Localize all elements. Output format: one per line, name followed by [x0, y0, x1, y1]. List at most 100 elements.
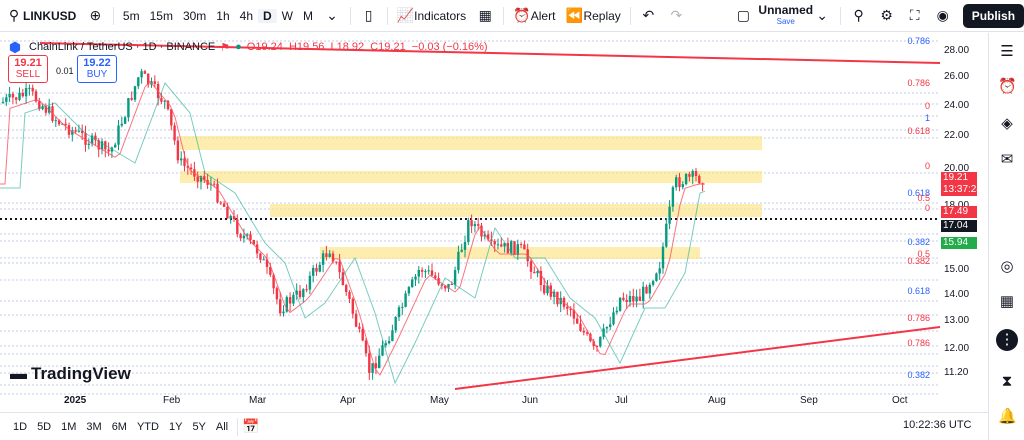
- range-3m[interactable]: 3M: [81, 421, 106, 433]
- interval-30m[interactable]: 30m: [178, 9, 211, 23]
- range-1y[interactable]: 1Y: [164, 421, 187, 433]
- range-6m[interactable]: 6M: [107, 421, 132, 433]
- range-1d[interactable]: 1D: [8, 421, 32, 433]
- symbol-search[interactable]: ⚲ LINKUSD: [0, 0, 81, 32]
- rewind-icon: ⏪: [565, 7, 584, 23]
- candle-body: [282, 311, 285, 314]
- alert-button[interactable]: ⏰ Alert: [508, 0, 561, 32]
- candle-body: [424, 271, 427, 273]
- candle-body: [180, 158, 183, 161]
- date-range-icon[interactable]: 📅: [242, 418, 260, 436]
- publish-button[interactable]: Publish: [962, 3, 1024, 28]
- square-icon: ▢: [736, 7, 751, 23]
- range-5y[interactable]: 5Y: [187, 421, 210, 433]
- undo-button[interactable]: ↶: [634, 0, 662, 32]
- alarm-clock-icon[interactable]: ⏰: [998, 78, 1017, 96]
- candle-body: [661, 246, 665, 269]
- candles-icon: ▯: [364, 7, 373, 23]
- interval-m[interactable]: M: [298, 9, 318, 23]
- fib-ratio-label: 0.786: [907, 313, 930, 323]
- time-tick: Mar: [249, 395, 267, 406]
- clock-timezone[interactable]: 10:22:36 UTC: [903, 419, 971, 431]
- range-1m[interactable]: 1M: [56, 421, 81, 433]
- candle-body: [463, 242, 467, 250]
- candle-body: [279, 299, 282, 314]
- snapshot-button[interactable]: ◉: [929, 0, 957, 32]
- candle-body: [387, 341, 391, 344]
- bell-icon[interactable]: 🔔: [998, 408, 1017, 426]
- quick-search-button[interactable]: ⚲: [845, 0, 873, 32]
- apps-icon[interactable]: ⋮: [996, 329, 1018, 351]
- candle-body: [632, 295, 635, 302]
- settings-button[interactable]: ⚙: [873, 0, 901, 32]
- fib-ratio-label: 0.5: [917, 193, 930, 203]
- sell-button[interactable]: 19.21 SELL: [8, 55, 48, 83]
- candle-body: [312, 267, 315, 276]
- separator: [386, 6, 388, 25]
- chart-type-button[interactable]: ▯: [355, 0, 383, 32]
- separator: [237, 417, 239, 436]
- interval-5m[interactable]: 5m: [118, 9, 145, 23]
- candle-body: [321, 253, 325, 265]
- eye-icon[interactable]: ●: [235, 41, 242, 53]
- candle-body: [358, 326, 361, 329]
- candle-body: [582, 330, 585, 333]
- layers-icon[interactable]: ◈: [998, 115, 1016, 133]
- candle-body: [302, 289, 305, 298]
- buy-button[interactable]: 19.22 BUY: [77, 55, 117, 83]
- candle-body: [160, 98, 163, 102]
- range-ytd[interactable]: YTD: [132, 421, 164, 433]
- candle-body: [143, 71, 147, 74]
- candle-body: [328, 253, 331, 257]
- candle-body: [566, 306, 569, 309]
- layout-select[interactable]: ▢ Unnamed Save ⌄: [729, 0, 836, 32]
- interval-d[interactable]: D: [258, 8, 277, 23]
- flag-icon[interactable]: ⚑: [220, 41, 230, 54]
- chat-icon[interactable]: ✉: [998, 151, 1016, 169]
- current-price-label: 19.21 13:37:24: [941, 172, 982, 196]
- candle-body: [473, 224, 477, 227]
- redo-button[interactable]: ↷: [662, 0, 690, 32]
- fullscreen-button[interactable]: ⛶: [901, 0, 929, 32]
- candle-body: [249, 234, 252, 241]
- broadcast-icon[interactable]: ⧗: [998, 373, 1016, 391]
- candle-body: [196, 176, 199, 182]
- candle-body: [414, 276, 417, 280]
- low-value: L18.92: [330, 41, 365, 53]
- range-all[interactable]: All: [211, 421, 233, 433]
- gear-icon: ⚙: [880, 7, 893, 23]
- indicators-button[interactable]: 📈 Indicators: [391, 0, 471, 32]
- interval-dropdown[interactable]: ⌄: [318, 0, 346, 32]
- candle-body: [176, 140, 180, 161]
- replay-button[interactable]: ⏪ Replay: [560, 0, 625, 32]
- interval-1h[interactable]: 1h: [211, 9, 234, 23]
- candle-body: [605, 326, 609, 329]
- candle-body: [688, 174, 691, 177]
- price-scale[interactable]: 28.0026.0024.0022.0020.0018.0015.0014.00…: [940, 33, 988, 403]
- candle-body: [645, 286, 648, 294]
- interval-w[interactable]: W: [277, 9, 298, 23]
- target-icon[interactable]: ◎: [998, 258, 1016, 276]
- indicators-label: Indicators: [414, 8, 467, 23]
- candle-body: [477, 224, 480, 226]
- interval-4h[interactable]: 4h: [235, 9, 258, 23]
- range-5d[interactable]: 5D: [32, 421, 56, 433]
- calendar-icon[interactable]: ▦: [998, 293, 1016, 311]
- interval-15m[interactable]: 15m: [145, 9, 178, 23]
- candle-body: [394, 317, 397, 331]
- price-tick: 11.20: [944, 367, 969, 378]
- templates-button[interactable]: ▦: [471, 0, 499, 32]
- compare-button[interactable]: ⊕: [81, 0, 109, 32]
- candle-body: [658, 268, 661, 274]
- candle-body: [8, 93, 11, 98]
- time-axis[interactable]: 2025 Feb Mar Apr May Jun Jul Aug Sep Oct: [0, 391, 940, 411]
- price-tick: 15.00: [944, 264, 970, 275]
- candle-body: [368, 353, 371, 373]
- candle-body: [450, 283, 453, 285]
- close-value: C19.21: [370, 41, 406, 53]
- watchlist-icon[interactable]: ☰: [998, 43, 1016, 61]
- candle-body: [183, 158, 186, 166]
- price-chart[interactable]: 0.7860.786010.61800.6180.500.3820.50.382…: [0, 33, 940, 403]
- chevron-down-icon: ⌄: [326, 7, 338, 23]
- candle-body: [467, 220, 470, 243]
